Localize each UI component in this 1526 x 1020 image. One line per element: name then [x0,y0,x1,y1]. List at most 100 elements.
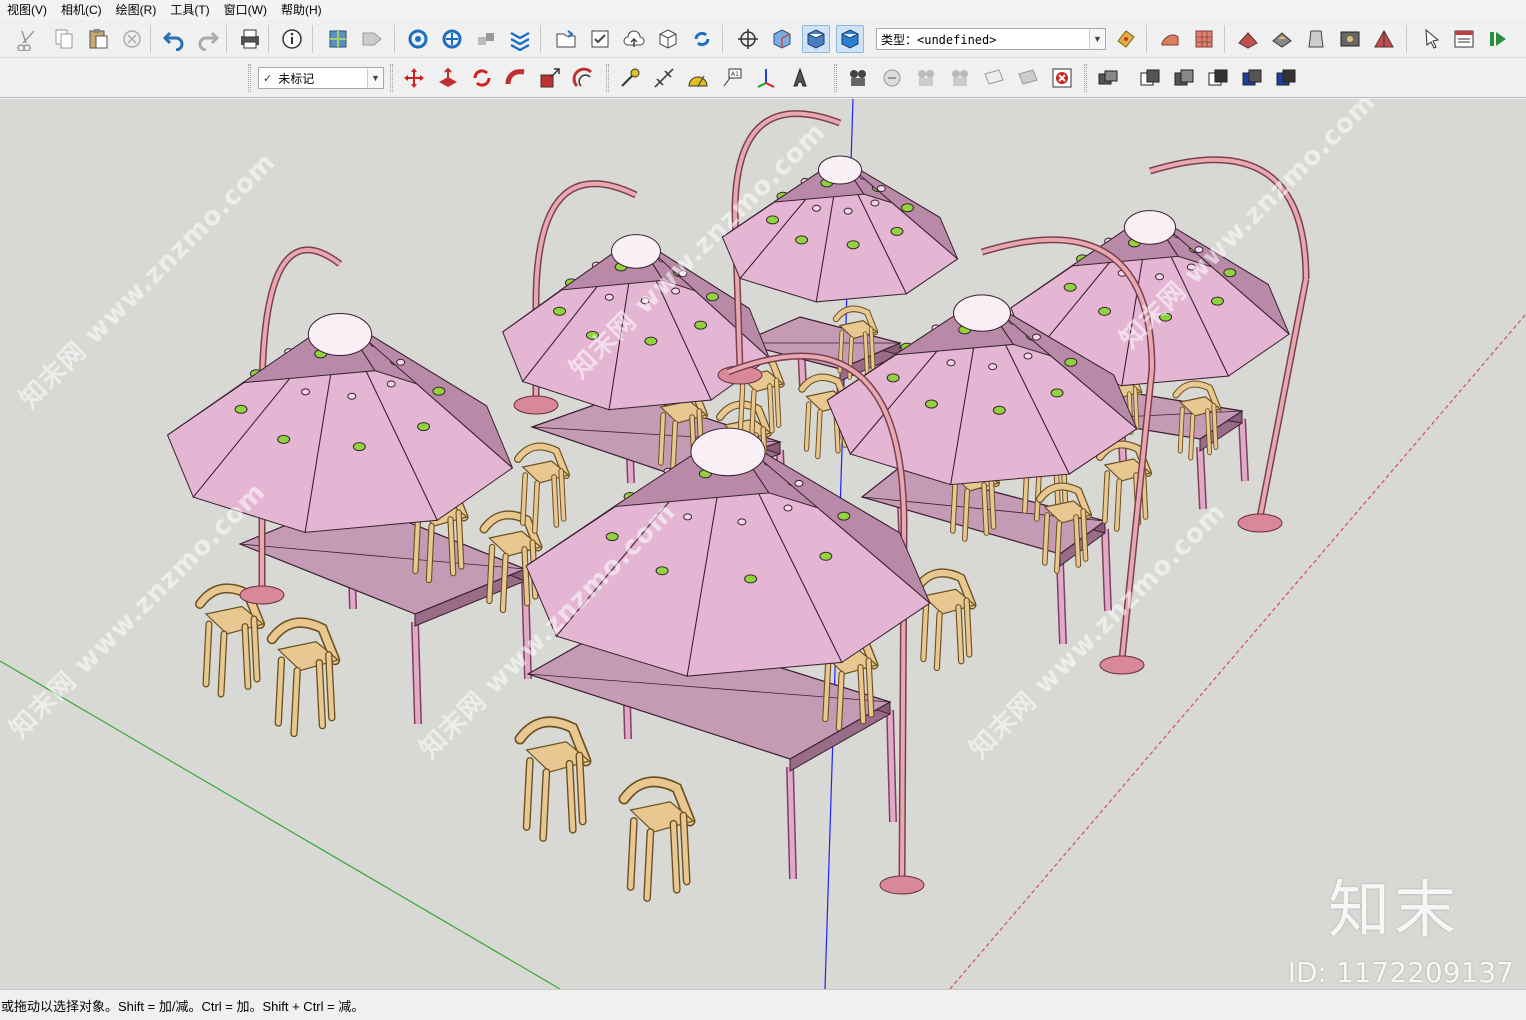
scale-icon[interactable] [536,64,564,92]
status-bar: 或拖动以选择对象。Shift = 加/减。Ctrl = 加。Shift + Ct… [0,989,1526,1020]
print-icon[interactable] [236,25,264,53]
canopy-vent-hole [347,392,357,400]
umbrella-crown [690,427,766,477]
tag-select[interactable]: ✓ 未标记 ▼ [258,67,384,89]
toolbar-grip[interactable] [834,64,837,92]
orbit-icon[interactable] [734,25,762,53]
chair-leg-fill [275,657,284,726]
undo-icon[interactable] [160,25,188,53]
trim-icon[interactable] [1238,64,1266,92]
chevron-down-icon[interactable]: ▼ [367,68,383,88]
component-icon[interactable] [324,25,352,53]
erase-icon[interactable] [118,25,146,53]
share-component-icon[interactable] [472,25,500,53]
menu-bar: 视图(V) 相机(C) 绘图(R) 工具(T) 窗口(W) 帮助(H) [0,0,1526,20]
push-pull-icon[interactable] [434,64,462,92]
section-cut-icon[interactable] [1048,64,1076,92]
chair-leg-fill [576,753,586,824]
chair-leg-fill [552,475,559,527]
select-tool-icon[interactable] [1418,25,1446,53]
toolbar-grip[interactable] [606,64,609,92]
canopy-vent-hole [644,336,658,346]
outer-shell-icon[interactable] [1094,64,1122,92]
shaded-icon[interactable] [802,25,830,53]
stamp-icon[interactable] [1268,25,1296,53]
type-select[interactable]: 类型：<undefined> ▼ [876,28,1106,50]
menu-window[interactable]: 窗口(W) [217,0,274,20]
tag-icon[interactable] [358,25,386,53]
model-info-icon[interactable] [278,25,306,53]
intersect-icon[interactable] [1170,64,1198,92]
canopy-vent-hole [553,306,567,316]
separator [226,25,227,53]
model-viewport[interactable]: 知末网 www.znzmo.com 知末网 www.znzmo.com 知末网 … [0,99,1526,989]
canopy-vent-hole [277,434,291,444]
chevron-down-icon[interactable]: ▼ [1089,29,1105,49]
toolbar-grip[interactable] [1084,64,1087,92]
follow-me-icon[interactable] [502,64,530,92]
toolbar-grip[interactable] [390,64,393,92]
cloud-upload-icon[interactable] [620,25,648,53]
open-folder-icon[interactable] [552,25,580,53]
menu-camera[interactable]: 相机(C) [54,0,109,20]
toolbar-grip[interactable] [248,64,251,92]
add-detail-icon[interactable] [1336,25,1364,53]
cut-icon[interactable] [14,25,42,53]
umbrella-crown [307,313,373,356]
sandbox-contours-icon[interactable] [1156,25,1184,53]
chair-leg-fill [413,514,421,574]
menu-draw[interactable]: 绘图(R) [109,0,164,20]
subtract-icon[interactable] [1204,64,1232,92]
extension-icon[interactable] [506,25,534,53]
look-around-icon[interactable] [912,64,940,92]
table-leg-fill [887,709,896,823]
shaded-texture-icon[interactable] [836,25,864,53]
separator [150,25,151,53]
window-icon[interactable] [1450,25,1478,53]
split-icon[interactable] [1272,64,1300,92]
section-plane-icon[interactable] [980,64,1008,92]
union-icon[interactable] [1136,64,1164,92]
rotate-icon[interactable] [468,64,496,92]
chair-leg-fill [532,481,540,533]
offset-icon[interactable] [570,64,598,92]
chair-leg-fill [242,624,251,689]
canopy-vent-hole [1210,296,1224,306]
drape-icon[interactable] [1302,25,1330,53]
menu-tools[interactable]: 工具(T) [163,0,216,20]
flip-edge-icon[interactable] [1370,25,1398,53]
redo-icon[interactable] [194,25,222,53]
protractor-icon[interactable] [684,64,712,92]
dimension-icon[interactable] [650,64,678,92]
axes-icon[interactable] [752,64,780,92]
sandbox-scratch-icon[interactable] [1190,25,1218,53]
move-icon[interactable] [400,64,428,92]
tape-measure-icon[interactable] [616,64,644,92]
checkbox-icon[interactable] [586,25,614,53]
share-model-icon[interactable] [438,25,466,53]
paint-tag-icon[interactable] [1112,25,1140,53]
menu-help[interactable]: 帮助(H) [274,0,329,20]
text-tool-icon[interactable]: A1 [718,64,746,92]
canopy-vent-hole [795,235,809,245]
section-display-icon[interactable] [1014,64,1042,92]
paste-icon[interactable] [84,25,112,53]
chair-leg-fill [964,598,972,657]
box-icon[interactable] [654,25,682,53]
3d-text-icon[interactable] [786,64,814,92]
xray-icon[interactable] [768,25,796,53]
camera-position-icon[interactable] [844,64,872,92]
sync-icon[interactable] [688,25,716,53]
smoove-icon[interactable] [1234,25,1262,53]
canopy-vent-hole [1050,388,1064,398]
play-icon[interactable] [1484,25,1512,53]
canopy-vent-hole [1063,282,1077,292]
canopy-vent-hole [876,185,886,193]
canopy-vent-hole [705,292,719,302]
warehouse-icon[interactable] [404,25,432,53]
chair-leg-fill [1115,479,1121,531]
menu-view[interactable]: 视图(V) [0,0,54,20]
copy-icon[interactable] [50,25,78,53]
walk-icon[interactable] [878,64,906,92]
advanced-camera-icon[interactable] [946,64,974,92]
